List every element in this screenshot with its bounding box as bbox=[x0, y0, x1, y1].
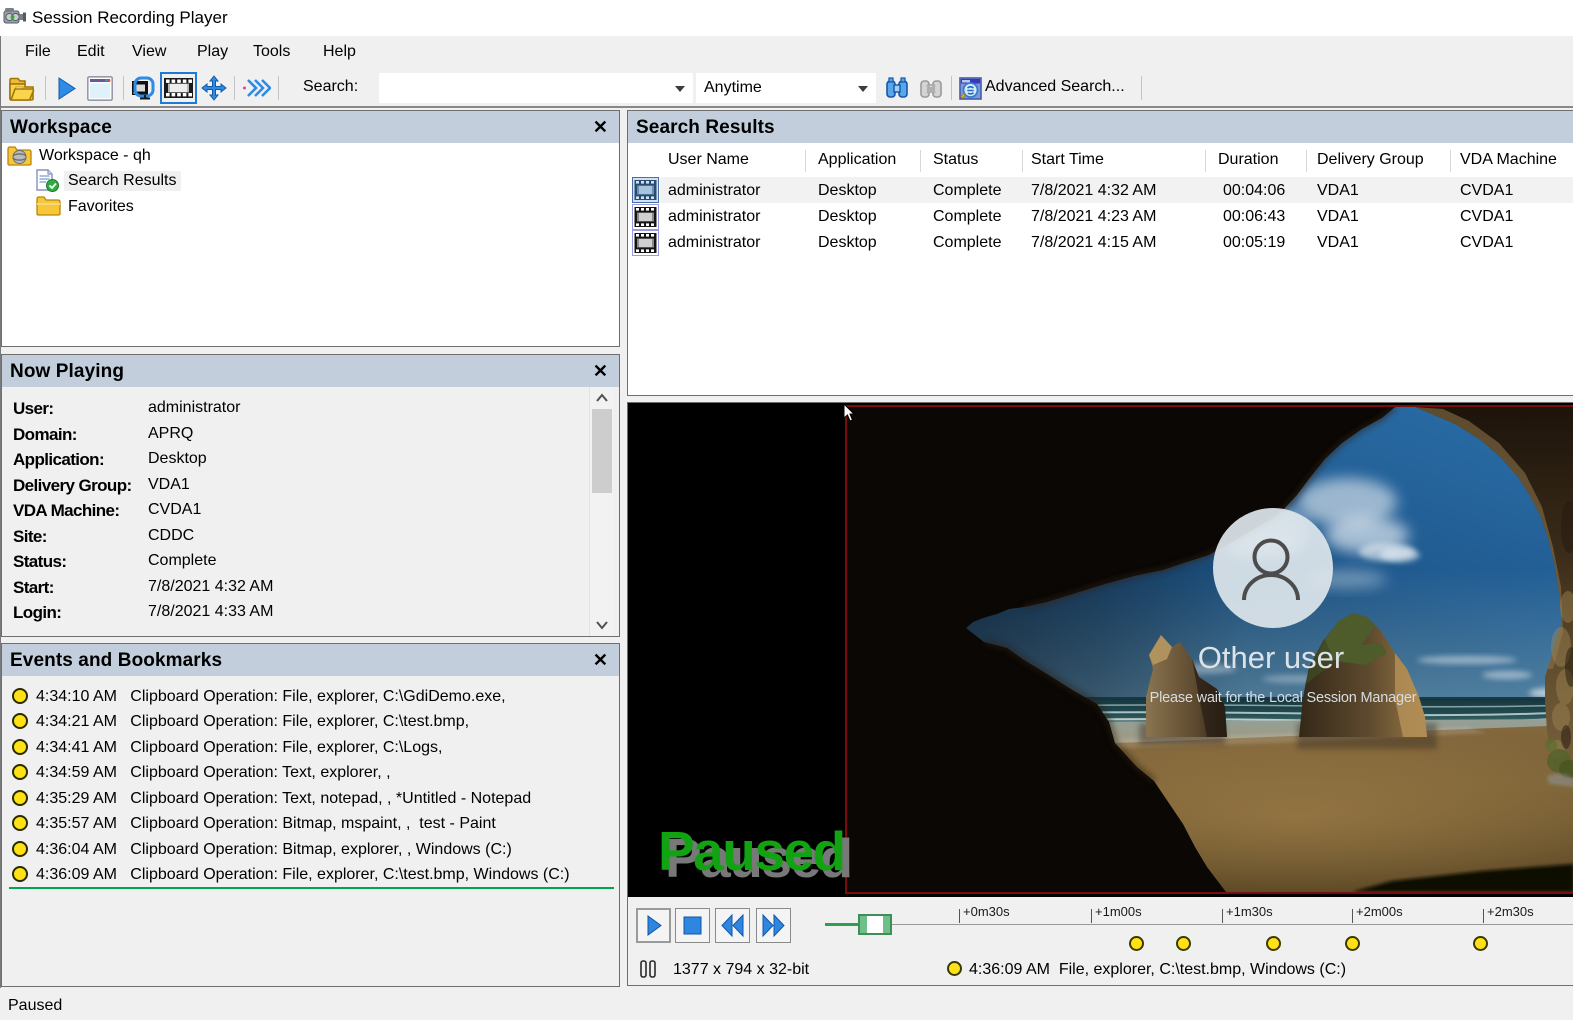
svg-text:Other user: Other user bbox=[1198, 640, 1344, 675]
svg-text:Please wait for the Local Sess: Please wait for the Local Session Manage… bbox=[1150, 690, 1417, 706]
